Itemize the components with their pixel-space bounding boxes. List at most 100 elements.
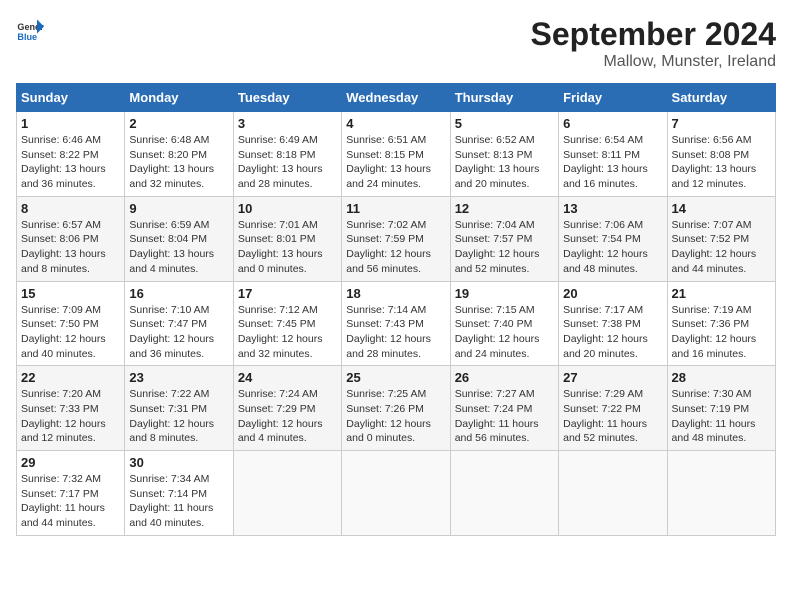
table-row: 4 Sunrise: 6:51 AMSunset: 8:15 PMDayligh… — [342, 112, 450, 197]
table-row — [667, 451, 775, 536]
col-sunday: Sunday — [17, 84, 125, 112]
day-info: Sunrise: 7:30 AMSunset: 7:19 PMDaylight:… — [672, 387, 771, 446]
day-info: Sunrise: 7:02 AMSunset: 7:59 PMDaylight:… — [346, 218, 445, 277]
day-number: 21 — [672, 286, 771, 301]
table-row: 12 Sunrise: 7:04 AMSunset: 7:57 PMDaylig… — [450, 196, 558, 281]
col-wednesday: Wednesday — [342, 84, 450, 112]
table-row — [450, 451, 558, 536]
day-number: 12 — [455, 201, 554, 216]
day-number: 11 — [346, 201, 445, 216]
table-row: 21 Sunrise: 7:19 AMSunset: 7:36 PMDaylig… — [667, 281, 775, 366]
day-info: Sunrise: 7:34 AMSunset: 7:14 PMDaylight:… — [129, 472, 228, 531]
day-number: 20 — [563, 286, 662, 301]
col-tuesday: Tuesday — [233, 84, 341, 112]
day-number: 19 — [455, 286, 554, 301]
day-info: Sunrise: 7:29 AMSunset: 7:22 PMDaylight:… — [563, 387, 662, 446]
table-row: 30 Sunrise: 7:34 AMSunset: 7:14 PMDaylig… — [125, 451, 233, 536]
table-row: 29 Sunrise: 7:32 AMSunset: 7:17 PMDaylig… — [17, 451, 125, 536]
table-row: 26 Sunrise: 7:27 AMSunset: 7:24 PMDaylig… — [450, 366, 558, 451]
day-info: Sunrise: 6:54 AMSunset: 8:11 PMDaylight:… — [563, 133, 662, 192]
day-info: Sunrise: 6:48 AMSunset: 8:20 PMDaylight:… — [129, 133, 228, 192]
day-number: 16 — [129, 286, 228, 301]
day-number: 18 — [346, 286, 445, 301]
day-info: Sunrise: 6:46 AMSunset: 8:22 PMDaylight:… — [21, 133, 120, 192]
day-number: 23 — [129, 370, 228, 385]
day-info: Sunrise: 7:25 AMSunset: 7:26 PMDaylight:… — [346, 387, 445, 446]
table-row: 18 Sunrise: 7:14 AMSunset: 7:43 PMDaylig… — [342, 281, 450, 366]
day-number: 17 — [238, 286, 337, 301]
calendar-table: Sunday Monday Tuesday Wednesday Thursday… — [16, 83, 776, 536]
table-row: 13 Sunrise: 7:06 AMSunset: 7:54 PMDaylig… — [559, 196, 667, 281]
day-info: Sunrise: 7:27 AMSunset: 7:24 PMDaylight:… — [455, 387, 554, 446]
table-row: 7 Sunrise: 6:56 AMSunset: 8:08 PMDayligh… — [667, 112, 775, 197]
day-number: 22 — [21, 370, 120, 385]
day-info: Sunrise: 7:19 AMSunset: 7:36 PMDaylight:… — [672, 303, 771, 362]
day-info: Sunrise: 7:12 AMSunset: 7:45 PMDaylight:… — [238, 303, 337, 362]
table-row — [342, 451, 450, 536]
day-info: Sunrise: 7:14 AMSunset: 7:43 PMDaylight:… — [346, 303, 445, 362]
table-row: 17 Sunrise: 7:12 AMSunset: 7:45 PMDaylig… — [233, 281, 341, 366]
table-row: 8 Sunrise: 6:57 AMSunset: 8:06 PMDayligh… — [17, 196, 125, 281]
table-row: 16 Sunrise: 7:10 AMSunset: 7:47 PMDaylig… — [125, 281, 233, 366]
day-info: Sunrise: 7:06 AMSunset: 7:54 PMDaylight:… — [563, 218, 662, 277]
calendar-week-row: 15 Sunrise: 7:09 AMSunset: 7:50 PMDaylig… — [17, 281, 776, 366]
day-info: Sunrise: 7:07 AMSunset: 7:52 PMDaylight:… — [672, 218, 771, 277]
col-thursday: Thursday — [450, 84, 558, 112]
table-row: 22 Sunrise: 7:20 AMSunset: 7:33 PMDaylig… — [17, 366, 125, 451]
day-number: 24 — [238, 370, 337, 385]
day-number: 25 — [346, 370, 445, 385]
day-number: 5 — [455, 116, 554, 131]
day-number: 3 — [238, 116, 337, 131]
table-row: 28 Sunrise: 7:30 AMSunset: 7:19 PMDaylig… — [667, 366, 775, 451]
day-number: 28 — [672, 370, 771, 385]
table-row: 27 Sunrise: 7:29 AMSunset: 7:22 PMDaylig… — [559, 366, 667, 451]
day-info: Sunrise: 7:24 AMSunset: 7:29 PMDaylight:… — [238, 387, 337, 446]
day-info: Sunrise: 6:59 AMSunset: 8:04 PMDaylight:… — [129, 218, 228, 277]
col-saturday: Saturday — [667, 84, 775, 112]
calendar-week-row: 8 Sunrise: 6:57 AMSunset: 8:06 PMDayligh… — [17, 196, 776, 281]
table-row: 23 Sunrise: 7:22 AMSunset: 7:31 PMDaylig… — [125, 366, 233, 451]
col-monday: Monday — [125, 84, 233, 112]
day-info: Sunrise: 6:49 AMSunset: 8:18 PMDaylight:… — [238, 133, 337, 192]
table-row — [559, 451, 667, 536]
day-number: 7 — [672, 116, 771, 131]
calendar-week-row: 1 Sunrise: 6:46 AMSunset: 8:22 PMDayligh… — [17, 112, 776, 197]
title-area: September 2024 Mallow, Munster, Ireland — [531, 16, 776, 71]
table-row: 1 Sunrise: 6:46 AMSunset: 8:22 PMDayligh… — [17, 112, 125, 197]
month-title: September 2024 — [531, 16, 776, 53]
logo: General Blue — [16, 16, 44, 44]
table-row: 11 Sunrise: 7:02 AMSunset: 7:59 PMDaylig… — [342, 196, 450, 281]
day-number: 27 — [563, 370, 662, 385]
day-number: 15 — [21, 286, 120, 301]
table-row: 6 Sunrise: 6:54 AMSunset: 8:11 PMDayligh… — [559, 112, 667, 197]
day-number: 29 — [21, 455, 120, 470]
table-row: 2 Sunrise: 6:48 AMSunset: 8:20 PMDayligh… — [125, 112, 233, 197]
day-info: Sunrise: 7:09 AMSunset: 7:50 PMDaylight:… — [21, 303, 120, 362]
table-row: 24 Sunrise: 7:24 AMSunset: 7:29 PMDaylig… — [233, 366, 341, 451]
table-row: 19 Sunrise: 7:15 AMSunset: 7:40 PMDaylig… — [450, 281, 558, 366]
svg-text:Blue: Blue — [17, 32, 37, 42]
day-info: Sunrise: 6:57 AMSunset: 8:06 PMDaylight:… — [21, 218, 120, 277]
day-info: Sunrise: 7:01 AMSunset: 8:01 PMDaylight:… — [238, 218, 337, 277]
calendar-header-row: Sunday Monday Tuesday Wednesday Thursday… — [17, 84, 776, 112]
table-row: 9 Sunrise: 6:59 AMSunset: 8:04 PMDayligh… — [125, 196, 233, 281]
header: General Blue September 2024 Mallow, Muns… — [16, 16, 776, 71]
day-info: Sunrise: 6:56 AMSunset: 8:08 PMDaylight:… — [672, 133, 771, 192]
day-info: Sunrise: 7:04 AMSunset: 7:57 PMDaylight:… — [455, 218, 554, 277]
table-row: 5 Sunrise: 6:52 AMSunset: 8:13 PMDayligh… — [450, 112, 558, 197]
day-info: Sunrise: 7:10 AMSunset: 7:47 PMDaylight:… — [129, 303, 228, 362]
day-number: 8 — [21, 201, 120, 216]
day-number: 4 — [346, 116, 445, 131]
day-info: Sunrise: 7:22 AMSunset: 7:31 PMDaylight:… — [129, 387, 228, 446]
day-number: 6 — [563, 116, 662, 131]
day-number: 30 — [129, 455, 228, 470]
table-row: 14 Sunrise: 7:07 AMSunset: 7:52 PMDaylig… — [667, 196, 775, 281]
day-number: 26 — [455, 370, 554, 385]
table-row — [233, 451, 341, 536]
table-row: 25 Sunrise: 7:25 AMSunset: 7:26 PMDaylig… — [342, 366, 450, 451]
calendar-week-row: 22 Sunrise: 7:20 AMSunset: 7:33 PMDaylig… — [17, 366, 776, 451]
day-info: Sunrise: 7:32 AMSunset: 7:17 PMDaylight:… — [21, 472, 120, 531]
day-info: Sunrise: 7:20 AMSunset: 7:33 PMDaylight:… — [21, 387, 120, 446]
day-info: Sunrise: 6:52 AMSunset: 8:13 PMDaylight:… — [455, 133, 554, 192]
day-number: 1 — [21, 116, 120, 131]
